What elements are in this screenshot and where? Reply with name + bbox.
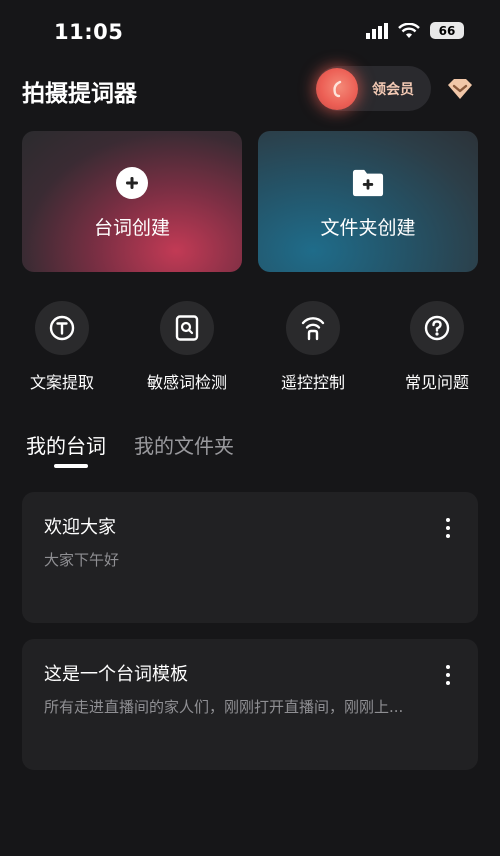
vip-badge: [316, 67, 358, 110]
more-options-icon[interactable]: [440, 665, 456, 685]
status-icons: 66: [366, 22, 464, 39]
script-card[interactable]: 欢迎大家 大家下午好: [22, 492, 478, 623]
tool-label-faq: 常见问题: [404, 373, 469, 392]
create-folder-card[interactable]: 文件夹创建: [258, 131, 478, 272]
text-extract-icon: [35, 301, 89, 355]
tool-text-extract[interactable]: 文案提取: [7, 301, 117, 393]
script-title: 这是一个台词模板: [44, 664, 188, 685]
create-folder-label: 文件夹创建: [320, 217, 416, 239]
script-preview: 大家下午好: [44, 551, 120, 569]
app-title: 拍摄提词器: [22, 81, 137, 107]
create-script-label: 台词创建: [93, 217, 170, 239]
folder-plus-icon: [352, 167, 384, 199]
tool-label-sensitive-check: 敏感词检测: [146, 373, 227, 392]
vip-button[interactable]: 领会员: [316, 66, 431, 111]
battery-level: 66: [438, 23, 456, 38]
script-title: 欢迎大家: [44, 517, 116, 538]
diamond-icon[interactable]: [445, 77, 475, 101]
create-script-card[interactable]: 台词创建: [22, 131, 242, 272]
plus-circle-icon: [116, 167, 148, 199]
wifi-icon: [398, 22, 420, 38]
tab-my-scripts[interactable]: 我的台词: [26, 430, 106, 459]
more-options-icon[interactable]: [440, 518, 456, 538]
cellular-signal-icon: [366, 22, 388, 39]
question-icon: [410, 301, 464, 355]
tool-remote-control[interactable]: 遥控控制: [258, 301, 368, 393]
tab-bar: 我的台词 我的文件夹: [26, 430, 234, 459]
status-bar: 11:05 66: [0, 0, 500, 66]
script-card[interactable]: 这是一个台词模板 所有走进直播间的家人们，刚刚打开直播间，刚刚上...: [22, 639, 478, 770]
script-preview: 所有走进直播间的家人们，刚刚打开直播间，刚刚上...: [44, 698, 404, 716]
tools-row: 文案提取 敏感词检测 遥控控制 常见问题: [0, 301, 500, 393]
tab-my-folders[interactable]: 我的文件夹: [134, 430, 234, 459]
battery-indicator: 66: [430, 22, 464, 39]
remote-signal-icon: [286, 301, 340, 355]
status-time: 11:05: [54, 20, 124, 44]
tool-label-text-extract: 文案提取: [29, 373, 94, 392]
vip-label: 领会员: [372, 81, 414, 98]
tool-label-remote-control: 遥控控制: [280, 373, 345, 392]
tool-sensitive-check[interactable]: 敏感词检测: [132, 301, 242, 393]
sensitive-search-icon: [160, 301, 214, 355]
tool-faq[interactable]: 常见问题: [382, 301, 492, 393]
vip-swirl-icon: [333, 80, 342, 97]
active-tab-indicator: [54, 464, 88, 468]
